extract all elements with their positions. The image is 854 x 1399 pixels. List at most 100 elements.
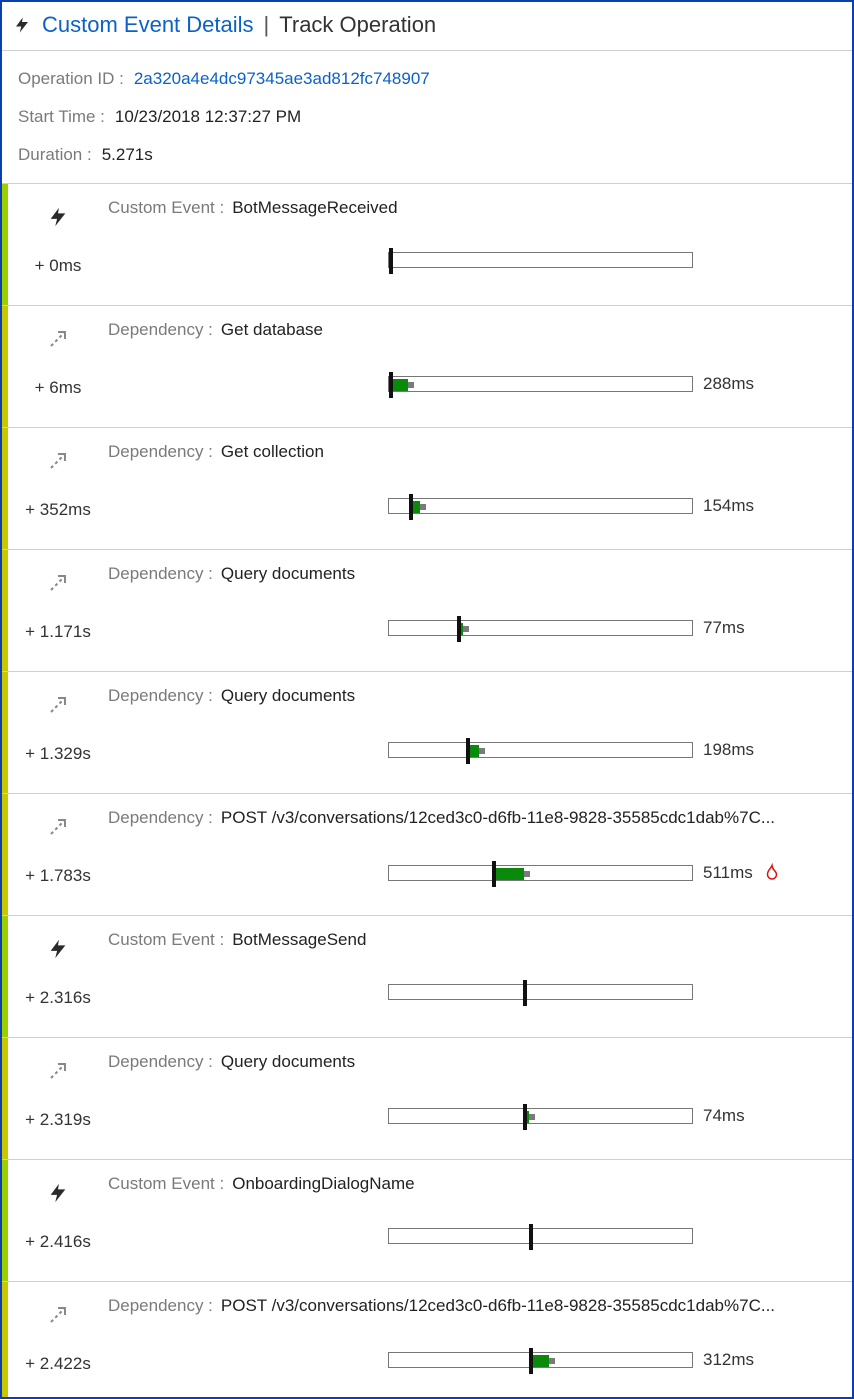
row-name: Get collection — [221, 442, 324, 462]
offset-label: + 2.422s — [25, 1354, 91, 1374]
duration-fill — [494, 868, 524, 880]
row-name: POST /v3/conversations/12ced3c0-d6fb-11e… — [221, 1296, 775, 1316]
duration-fill — [531, 1355, 549, 1367]
row-left: + 0ms — [8, 184, 108, 305]
timeline-row[interactable]: + 2.422s Dependency : POST /v3/conversatio… — [2, 1282, 852, 1397]
duration-value: 77ms — [703, 618, 745, 638]
row-name: Query documents — [221, 686, 355, 706]
timeline-bar: 198ms — [108, 740, 838, 760]
bolt-icon — [43, 1178, 73, 1208]
offset-label: + 1.783s — [25, 866, 91, 886]
dependency-arrow-icon — [43, 1300, 73, 1330]
row-right: Dependency : Get database 288ms — [108, 306, 852, 427]
start-time-value: 10/23/2018 12:37:27 PM — [115, 107, 301, 127]
duration-label: Duration : — [18, 145, 92, 165]
timeline-bar — [108, 252, 838, 268]
timeline-row[interactable]: + 2.416sCustom Event :OnboardingDialogNa… — [2, 1160, 852, 1282]
start-time-label: Start Time : — [18, 107, 105, 127]
offset-label: + 2.319s — [25, 1110, 91, 1130]
row-name: BotMessageSend — [232, 930, 366, 950]
timeline-bar: 511ms — [108, 862, 838, 884]
dependency-arrow-icon — [43, 690, 73, 720]
duration-value: 154ms — [703, 496, 754, 516]
duration-fill — [391, 379, 408, 391]
row-right: Custom Event : BotMessageSend — [108, 916, 852, 1037]
timeline-row[interactable]: + 352ms Dependency : Get collection 154ms — [2, 428, 852, 550]
row-type-label: Dependency : — [108, 808, 213, 828]
timeline-row[interactable]: + 1.171s Dependency : Query documents 77ms — [2, 550, 852, 672]
timeline-row[interactable]: + 6ms Dependency : Get database 288ms — [2, 306, 852, 428]
timeline-bar: 154ms — [108, 496, 838, 516]
scroll-viewport[interactable]: Custom Event Details | Track Operation O… — [2, 2, 852, 1397]
row-type-label: Custom Event : — [108, 930, 224, 950]
row-name: Query documents — [221, 1052, 355, 1072]
row-type-label: Dependency : — [108, 1296, 213, 1316]
row-left: + 352ms — [8, 428, 108, 549]
row-right: Dependency :Query documents74ms — [108, 1038, 852, 1159]
offset-label: + 1.171s — [25, 622, 91, 642]
timeline-row[interactable]: + 2.316s Custom Event : BotMessageSend — [2, 916, 852, 1038]
dependency-arrow-icon — [43, 1056, 73, 1086]
title-separator: | — [264, 12, 270, 38]
duration-value: 198ms — [703, 740, 754, 760]
dependency-arrow-icon — [43, 446, 73, 476]
timeline-bar: 77ms — [108, 618, 838, 638]
row-right: Dependency :POST /v3/conversations/12ced… — [108, 794, 852, 915]
start-marker — [529, 1348, 533, 1374]
row-type-label: Dependency : — [108, 320, 213, 340]
offset-label: + 1.329s — [25, 744, 91, 764]
timeline-track — [388, 984, 693, 1000]
timeline-row[interactable]: + 1.329s Dependency : Query documents 198ms — [2, 672, 852, 794]
timeline-bar — [108, 1228, 838, 1244]
start-marker — [389, 248, 393, 274]
timeline-track — [388, 742, 693, 758]
offset-label: + 2.316s — [25, 988, 91, 1008]
dependency-arrow-icon — [43, 812, 73, 842]
flame-icon — [763, 862, 781, 884]
timeline-track — [388, 865, 693, 881]
timeline-row[interactable]: + 2.319sDependency :Query documents74ms — [2, 1038, 852, 1160]
row-right: Dependency : Query documents 198ms — [108, 672, 852, 793]
row-type-label: Dependency : — [108, 686, 213, 706]
start-marker — [409, 494, 413, 520]
dependency-arrow-icon — [43, 324, 73, 354]
timeline-track — [388, 376, 693, 392]
row-left: + 2.422s — [8, 1282, 108, 1397]
page-title[interactable]: Custom Event Details — [42, 12, 254, 38]
timeline-track — [388, 1108, 693, 1124]
timeline-track — [388, 252, 693, 268]
timeline-track — [388, 620, 693, 636]
start-marker — [492, 861, 496, 887]
row-right: Dependency : Query documents 77ms — [108, 550, 852, 671]
offset-label: + 352ms — [25, 500, 91, 520]
row-left: + 1.783s — [8, 794, 108, 915]
duration-value: 74ms — [703, 1106, 745, 1126]
start-marker — [523, 980, 527, 1006]
duration-value: 5.271s — [102, 145, 153, 165]
offset-label: + 6ms — [35, 378, 82, 398]
timeline-track — [388, 1352, 693, 1368]
timeline-bar: 74ms — [108, 1106, 838, 1126]
row-name: Query documents — [221, 564, 355, 584]
timeline-track — [388, 498, 693, 514]
row-left: + 2.316s — [8, 916, 108, 1037]
timeline-row[interactable]: + 1.783s Dependency :POST /v3/conversatio… — [2, 794, 852, 916]
start-marker — [389, 372, 393, 398]
start-marker — [466, 738, 470, 764]
bolt-icon — [43, 934, 73, 964]
timeline-bar: 288ms — [108, 374, 838, 394]
row-name: OnboardingDialogName — [232, 1174, 414, 1194]
row-type-label: Custom Event : — [108, 198, 224, 218]
duration-value: 511ms — [703, 863, 753, 883]
row-left: + 6ms — [8, 306, 108, 427]
timeline-bar: 312ms — [108, 1350, 838, 1370]
row-left: + 1.171s — [8, 550, 108, 671]
row-name: Get database — [221, 320, 323, 340]
timeline-row[interactable]: + 0msCustom Event : BotMessageReceived — [2, 184, 852, 306]
row-type-label: Dependency : — [108, 564, 213, 584]
timeline-bar — [108, 984, 838, 1000]
timeline-rows: + 0msCustom Event :BotMessageReceived+ 6… — [2, 184, 852, 1397]
row-type-label: Dependency : — [108, 442, 213, 462]
row-name: BotMessageReceived — [232, 198, 397, 218]
operation-id-link[interactable]: 2a320a4e4dc97345ae3ad812fc748907 — [134, 69, 430, 89]
